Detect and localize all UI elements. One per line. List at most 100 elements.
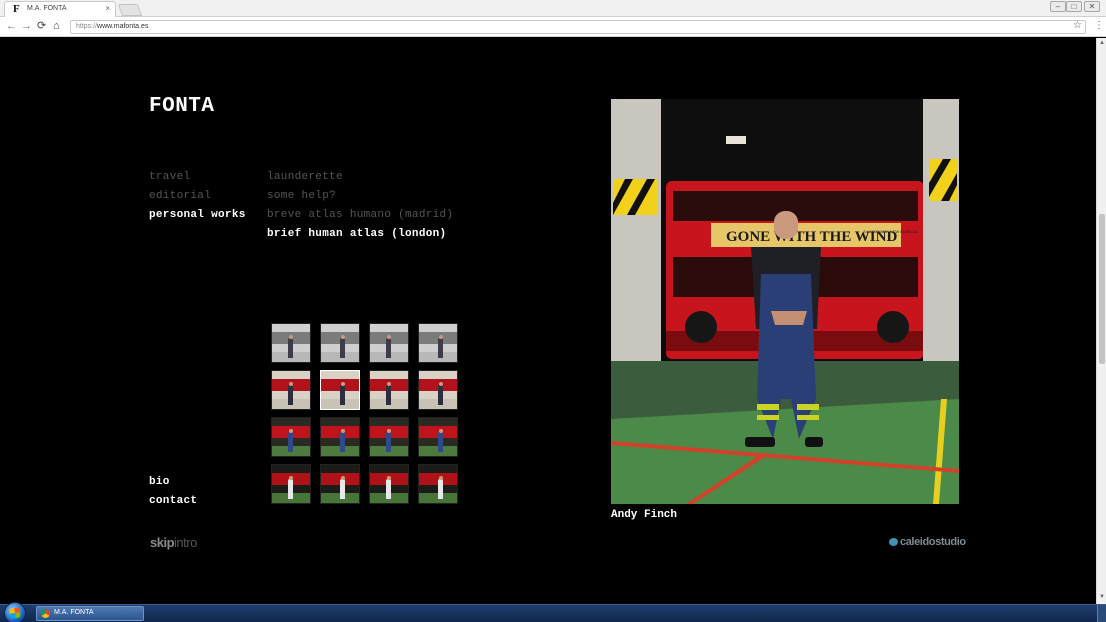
thumbnail-portrait-head bbox=[439, 382, 443, 386]
worker-boot-right bbox=[805, 437, 823, 447]
thumbnail-portrait-head bbox=[341, 382, 345, 386]
thumbnail-portrait-figure bbox=[386, 479, 391, 499]
site-title[interactable]: FONTA bbox=[149, 95, 215, 118]
tab-title: M.A. FONTA bbox=[27, 5, 67, 12]
gallery-thumbnail-r0-c2[interactable] bbox=[369, 323, 409, 363]
left-wall bbox=[611, 99, 661, 361]
menu-item-primary-2[interactable]: personal works bbox=[149, 209, 246, 221]
gallery-thumbnail-r1-c3[interactable] bbox=[418, 370, 458, 410]
thumbnail-portrait-figure bbox=[340, 338, 345, 358]
menu-item-secondary-3[interactable]: brief human atlas (london) bbox=[267, 228, 446, 240]
gallery-thumbnail-r0-c3[interactable] bbox=[418, 323, 458, 363]
menu-item-primary-1[interactable]: editorial bbox=[149, 190, 211, 202]
thumbnail-portrait-figure bbox=[438, 432, 443, 452]
start-button-icon[interactable] bbox=[4, 602, 26, 622]
skip-intro-main: skip bbox=[150, 535, 175, 550]
studio-logo-icon bbox=[889, 538, 898, 546]
thumbnail-portrait-head bbox=[387, 429, 391, 433]
maximize-icon[interactable]: □ bbox=[1066, 1, 1082, 12]
reflective-band-left bbox=[757, 404, 779, 410]
thumbnail-portrait-head bbox=[289, 429, 293, 433]
thumbnail-portrait-figure bbox=[386, 385, 391, 405]
gallery-thumbnail-r3-c2[interactable] bbox=[369, 464, 409, 504]
scrollbar-thumb[interactable] bbox=[1099, 214, 1105, 364]
gallery-thumbnail-r0-c0[interactable] bbox=[271, 323, 311, 363]
tab-close-icon[interactable]: × bbox=[105, 4, 110, 13]
browser-toolbar: ← → ⟳ ⌂ https://www.mafonta.es ☆ ⋮ bbox=[0, 17, 1106, 37]
bookmark-star-icon[interactable]: ☆ bbox=[1073, 20, 1082, 31]
photo-caption: Andy Finch bbox=[611, 509, 678, 521]
taskbar-window-button[interactable]: M.A. FONTA bbox=[36, 606, 144, 621]
menu-item-footer-0[interactable]: bio bbox=[149, 476, 170, 488]
studio-logo[interactable]: caleidostudio bbox=[889, 536, 966, 548]
skip-intro-soft: intro bbox=[174, 535, 197, 550]
gallery-thumbnail-r1-c1[interactable] bbox=[320, 370, 360, 410]
browser-tab-bar: F M.A. FONTA × – □ ✕ bbox=[0, 0, 1106, 17]
gallery-thumbnail-r2-c0[interactable] bbox=[271, 417, 311, 457]
bus-rear-wheel bbox=[877, 311, 909, 343]
forward-icon[interactable]: → bbox=[21, 20, 32, 32]
thumbnail-portrait-head bbox=[387, 382, 391, 386]
thumbnail-portrait-head bbox=[289, 335, 293, 339]
worker-head bbox=[774, 211, 798, 239]
gallery-thumbnail-r0-c1[interactable] bbox=[320, 323, 360, 363]
bus-sign-subtext: A LANDMARK NEW MUSICAL bbox=[863, 229, 919, 234]
browser-app-icon bbox=[41, 609, 50, 618]
url-text: https://www.mafonta.es bbox=[76, 23, 148, 30]
worker-boot-left bbox=[745, 437, 775, 447]
thumbnail-portrait-figure bbox=[438, 479, 443, 499]
reload-icon[interactable]: ⟳ bbox=[37, 20, 46, 32]
page-scrollbar[interactable]: ▲ ▼ bbox=[1096, 38, 1106, 604]
thumbnail-portrait-head bbox=[439, 335, 443, 339]
minimize-icon[interactable]: – bbox=[1050, 1, 1066, 12]
thumbnail-portrait-figure bbox=[438, 338, 443, 358]
gallery-thumbnail-r2-c3[interactable] bbox=[418, 417, 458, 457]
show-desktop-button[interactable] bbox=[1097, 605, 1106, 622]
studio-logo-text: caleidostudio bbox=[900, 536, 966, 548]
new-tab-button[interactable] bbox=[117, 4, 143, 16]
skip-intro-link[interactable]: skipintro bbox=[150, 535, 197, 550]
right-wall bbox=[923, 99, 959, 361]
main-photo: GONE WITH THE WIND A LANDMARK NEW MUSICA… bbox=[611, 99, 959, 504]
thumbnail-portrait-head bbox=[341, 429, 345, 433]
thumbnail-portrait-figure bbox=[288, 385, 293, 405]
thumbnail-portrait-figure bbox=[340, 479, 345, 499]
bus-front-wheel bbox=[685, 311, 717, 343]
windows-taskbar: M.A. FONTA bbox=[0, 602, 1106, 622]
url-host: www.mafonta.es bbox=[97, 23, 149, 30]
menu-item-secondary-2[interactable]: breve atlas humano (madrid) bbox=[267, 209, 453, 221]
browser-menu-icon[interactable]: ⋮ bbox=[1094, 20, 1104, 31]
browser-tab[interactable]: F M.A. FONTA × bbox=[4, 1, 116, 17]
back-icon[interactable]: ← bbox=[6, 20, 17, 32]
thumbnail-portrait-figure bbox=[340, 385, 345, 405]
close-window-icon[interactable]: ✕ bbox=[1084, 1, 1100, 12]
gallery-thumbnail-r3-c0[interactable] bbox=[271, 464, 311, 504]
gallery-thumbnail-r2-c1[interactable] bbox=[320, 417, 360, 457]
menu-item-secondary-1[interactable]: some help? bbox=[267, 190, 336, 202]
gallery-thumbnail-r1-c2[interactable] bbox=[369, 370, 409, 410]
thumbnail-portrait-head bbox=[439, 429, 443, 433]
gallery-thumbnail-r3-c3[interactable] bbox=[418, 464, 458, 504]
menu-item-primary-0[interactable]: travel bbox=[149, 171, 190, 183]
thumbnail-portrait-figure bbox=[438, 385, 443, 405]
ceiling-lamp bbox=[726, 136, 746, 144]
thumbnail-portrait-head bbox=[341, 335, 345, 339]
page-viewport: FONTA travel editorial personal works laund… bbox=[0, 38, 1096, 604]
worker-hands bbox=[771, 311, 807, 325]
gallery-thumbnail-r2-c2[interactable] bbox=[369, 417, 409, 457]
scroll-down-icon[interactable]: ▼ bbox=[1099, 594, 1105, 600]
menu-item-footer-1[interactable]: contact bbox=[149, 495, 197, 507]
gallery-thumbnail-r1-c0[interactable] bbox=[271, 370, 311, 410]
thumbnail-portrait-head bbox=[387, 476, 391, 480]
thumbnail-portrait-figure bbox=[386, 432, 391, 452]
thumbnail-portrait-head bbox=[341, 476, 345, 480]
gallery-thumbnail-r3-c1[interactable] bbox=[320, 464, 360, 504]
menu-item-secondary-0[interactable]: launderette bbox=[267, 171, 343, 183]
reflective-band-right bbox=[797, 404, 819, 410]
thumbnail-portrait-head bbox=[387, 335, 391, 339]
scroll-up-icon[interactable]: ▲ bbox=[1099, 40, 1105, 46]
url-scheme: https:// bbox=[76, 23, 98, 30]
home-icon[interactable]: ⌂ bbox=[53, 20, 60, 32]
address-bar[interactable]: https://www.mafonta.es bbox=[70, 20, 1086, 34]
reflective-band-right-2 bbox=[797, 415, 819, 420]
